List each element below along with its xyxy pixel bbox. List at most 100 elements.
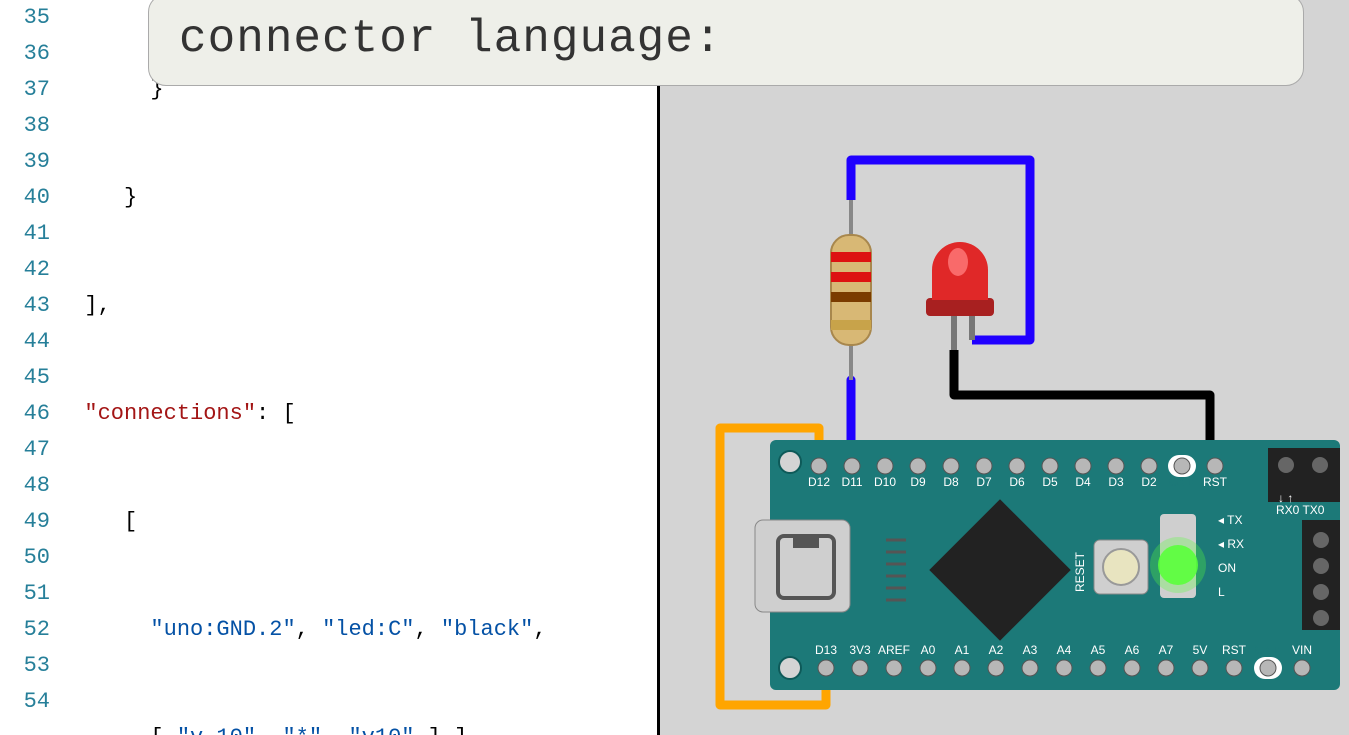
pin-hole[interactable] — [811, 458, 827, 474]
pin-hole[interactable] — [1260, 660, 1276, 676]
pin-label: A4 — [1057, 643, 1072, 657]
line-number: 50 — [0, 540, 50, 576]
arduino-nano[interactable]: RESET ◂ TX ◂ RX ON L ↓ ↑ RX0 TX0 — [755, 440, 1340, 690]
pin-label: D7 — [976, 475, 992, 489]
circuit-stage: RESET ◂ TX ◂ RX ON L ↓ ↑ RX0 TX0 — [660, 0, 1349, 735]
pin-label: D5 — [1042, 475, 1058, 489]
line-number: 46 — [0, 396, 50, 432]
pin-hole[interactable] — [1124, 660, 1140, 676]
code-editor[interactable]: 35 36 37 38 39 40 41 42 43 44 45 46 47 4… — [0, 0, 657, 735]
pin-hole[interactable] — [1192, 660, 1208, 676]
code-line: "connections": [ — [58, 396, 657, 432]
pin-hole[interactable] — [976, 458, 992, 474]
pin-label: D3 — [1108, 475, 1124, 489]
pin-hole[interactable] — [852, 660, 868, 676]
pin-hole[interactable] — [1075, 458, 1091, 474]
code-line: } — [58, 180, 657, 216]
pin-hole[interactable] — [910, 458, 926, 474]
pin-label: A5 — [1091, 643, 1106, 657]
side-header[interactable] — [1302, 520, 1340, 630]
pin-label: D9 — [910, 475, 926, 489]
line-number: 41 — [0, 216, 50, 252]
line-number: 38 — [0, 108, 50, 144]
pin-hole[interactable] — [818, 660, 834, 676]
line-number: 53 — [0, 648, 50, 684]
pin-hole[interactable] — [1009, 458, 1025, 474]
svg-text:◂ TX: ◂ TX — [1218, 513, 1242, 527]
svg-text:L: L — [1218, 585, 1225, 599]
pin-hole[interactable] — [1022, 660, 1038, 676]
resistor-r1[interactable] — [831, 200, 871, 380]
svg-text:RX0 TX0: RX0 TX0 — [1276, 503, 1325, 517]
code-body[interactable]: } } ], "connections": [ [ "uno:GND.2", "… — [58, 0, 657, 735]
pin-hole[interactable] — [1141, 458, 1157, 474]
pin-label: 5V — [1193, 643, 1208, 657]
pin-hole[interactable] — [1294, 660, 1310, 676]
line-number: 37 — [0, 72, 50, 108]
line-number: 45 — [0, 360, 50, 396]
pin-label: D12 — [808, 475, 830, 489]
pin-label: AREF — [878, 643, 910, 657]
pin-row-bottom: D13 3V3 AREF A0 A1 A2 A3 A4 A5 A6 A7 5V RST GND VIN — [815, 643, 1312, 679]
svg-text:◂ RX: ◂ RX — [1218, 537, 1244, 551]
pin-hole[interactable] — [1108, 458, 1124, 474]
svg-text:RESET: RESET — [1073, 551, 1087, 592]
pin-hole[interactable] — [1090, 660, 1106, 676]
led-red[interactable] — [926, 242, 994, 350]
line-number: 52 — [0, 612, 50, 648]
pin-label: RST — [1203, 475, 1228, 489]
pin-hole[interactable] — [886, 660, 902, 676]
pin-label: GND — [1255, 643, 1282, 657]
pin-label: D2 — [1141, 475, 1157, 489]
code-line: [ — [58, 504, 657, 540]
pin-hole[interactable] — [943, 458, 959, 474]
line-number-gutter: 35 36 37 38 39 40 41 42 43 44 45 46 47 4… — [0, 0, 58, 720]
line-number: 48 — [0, 468, 50, 504]
pin-label: A7 — [1159, 643, 1174, 657]
pin-hole[interactable] — [920, 660, 936, 676]
line-number: 39 — [0, 144, 50, 180]
pin-hole[interactable] — [954, 660, 970, 676]
pin-hole[interactable] — [1158, 660, 1174, 676]
pin-hole[interactable] — [1226, 660, 1242, 676]
line-number: 44 — [0, 324, 50, 360]
line-number: 35 — [0, 0, 50, 36]
pin-label: GND — [1169, 475, 1196, 489]
pin-label: VIN — [1292, 643, 1312, 657]
pin-label: D11 — [841, 475, 862, 489]
pin-hole[interactable] — [877, 458, 893, 474]
line-number: 51 — [0, 576, 50, 612]
pin-hole[interactable] — [1056, 660, 1072, 676]
code-line: [ "v-10", "*", "v10" ] ], — [58, 720, 657, 735]
pin-hole[interactable] — [1174, 458, 1190, 474]
pin-hole[interactable] — [1042, 458, 1058, 474]
pin-label: A0 — [921, 643, 936, 657]
pin-hole[interactable] — [1207, 458, 1223, 474]
code-line: ], — [58, 288, 657, 324]
pin-label: D4 — [1075, 475, 1091, 489]
pin-label: A2 — [989, 643, 1004, 657]
usb-port — [755, 520, 850, 612]
pin-label: D13 — [815, 643, 837, 657]
line-number: 40 — [0, 180, 50, 216]
simulator-panel[interactable]: RESET ◂ TX ◂ RX ON L ↓ ↑ RX0 TX0 — [657, 0, 1349, 735]
pin-label: A6 — [1125, 643, 1140, 657]
line-number: 49 — [0, 504, 50, 540]
code-line: } — [58, 72, 657, 108]
pin-label: A1 — [955, 643, 970, 657]
code-line: "uno:GND.2", "led:C", "black", — [58, 612, 657, 648]
line-number: 43 — [0, 288, 50, 324]
line-number: 42 — [0, 252, 50, 288]
pin-label: D10 — [874, 475, 896, 489]
line-number: 54 — [0, 684, 50, 720]
pin-hole[interactable] — [988, 660, 1004, 676]
line-number: 47 — [0, 432, 50, 468]
pin-label: RST — [1222, 643, 1247, 657]
pin-label: D6 — [1009, 475, 1025, 489]
pin-label: D8 — [943, 475, 959, 489]
svg-text:ON: ON — [1218, 561, 1236, 575]
pin-hole[interactable] — [844, 458, 860, 474]
pin-label: A3 — [1023, 643, 1038, 657]
pin-label: 3V3 — [849, 643, 871, 657]
line-number: 36 — [0, 36, 50, 72]
